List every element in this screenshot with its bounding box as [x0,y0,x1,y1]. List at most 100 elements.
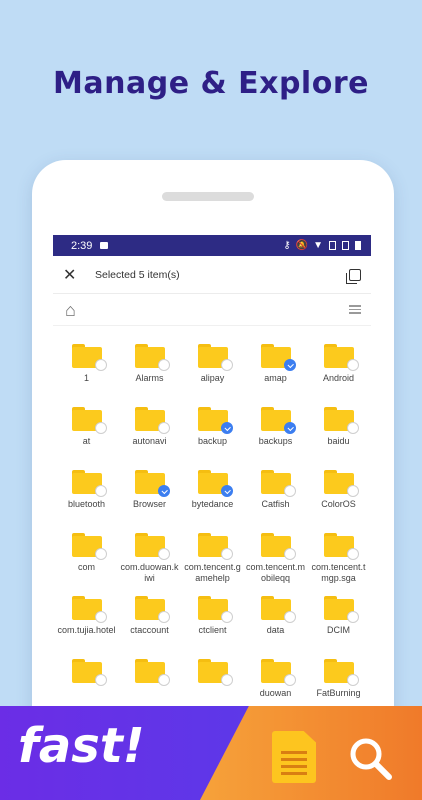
selection-checkbox[interactable] [94,548,107,560]
selection-checkbox[interactable] [283,674,296,686]
folder-label: backups [258,436,293,446]
selection-checkbox[interactable] [346,611,359,623]
selection-checkbox[interactable] [220,611,233,623]
selection-checkbox[interactable] [94,674,107,686]
folder-item[interactable]: alipay [181,340,244,403]
banner-tagline: fast! [18,718,145,774]
folder-item[interactable]: com.duowan.kiwi [118,529,181,592]
list-view-icon[interactable] [349,305,361,314]
folder-item[interactable]: ColorOS [307,466,370,529]
folder-item[interactable]: amap [244,340,307,403]
selection-checkbox[interactable] [157,485,170,497]
folder-item[interactable]: bytedance [181,466,244,529]
close-icon[interactable]: ✕ [63,265,89,285]
folder-label: com.tujia.hotel [57,625,116,635]
selection-checkbox[interactable] [157,674,170,686]
selection-checkbox[interactable] [94,422,107,434]
folder-item[interactable]: com.tencent.mobileqq [244,529,307,592]
wifi-icon: ▼ [313,239,323,251]
selection-checkbox[interactable] [157,548,170,560]
folder-icon [71,407,107,434]
folder-icon [260,659,296,686]
selection-checkbox[interactable] [283,485,296,497]
folder-icon [323,596,359,623]
folder-icon [260,533,296,560]
folder-label: 1 [83,373,89,383]
folder-icon [134,470,170,497]
folder-icon [323,533,359,560]
folder-item[interactable]: com.tencent.gamehelp [181,529,244,592]
folder-label: at [82,436,91,446]
folder-item[interactable]: backup [181,403,244,466]
folder-icon [197,596,233,623]
selection-checkbox[interactable] [157,422,170,434]
status-bar: 2:39 ⚷ 🔕 ▼ [53,235,371,256]
folder-icon [134,344,170,371]
folder-item[interactable]: data [244,592,307,655]
selection-checkbox[interactable] [346,485,359,497]
folder-label: com [77,562,95,572]
selection-checkbox[interactable] [283,548,296,560]
home-icon[interactable]: ⌂ [65,301,76,319]
selection-checkbox[interactable] [94,359,107,371]
folder-label: baidu [327,436,350,446]
selection-toolbar: ✕ Selected 5 item(s) [53,256,371,294]
selection-checkbox[interactable] [94,611,107,623]
folder-icon [134,407,170,434]
folder-item[interactable]: com.tujia.hotel [55,592,118,655]
folder-item[interactable]: bluetooth [55,466,118,529]
folder-grid: 1 Alarms alipay amap Android at autonavi backup… [53,326,371,718]
folder-label: com.tencent.mobileqq [245,562,306,583]
selection-checkbox[interactable] [220,548,233,560]
folder-item[interactable]: backups [244,403,307,466]
folder-icon [323,344,359,371]
folder-icon [323,659,359,686]
folder-item[interactable]: Android [307,340,370,403]
folder-item[interactable]: com [55,529,118,592]
folder-icon [71,659,107,686]
selection-checkbox[interactable] [157,611,170,623]
folder-label: Catfish [261,499,290,509]
selection-checkbox[interactable] [220,359,233,371]
folder-label: com.tencent.tmgp.sga [311,562,366,583]
folder-label: ColorOS [321,499,356,509]
folder-label: amap [264,373,287,383]
selection-checkbox[interactable] [346,548,359,560]
battery-icon [355,241,361,250]
folder-icon [134,659,170,686]
folder-item[interactable]: Catfish [244,466,307,529]
selection-checkbox[interactable] [283,611,296,623]
folder-label: bluetooth [67,499,106,509]
folder-icon [71,596,107,623]
selection-checkbox[interactable] [346,359,359,371]
folder-item[interactable]: at [55,403,118,466]
selection-checkbox[interactable] [220,485,233,497]
folder-item[interactable]: Alarms [118,340,181,403]
selection-checkbox[interactable] [157,359,170,371]
selection-checkbox[interactable] [220,422,233,434]
selection-checkbox[interactable] [283,359,296,371]
folder-item[interactable]: ctclient [181,592,244,655]
folder-item[interactable]: baidu [307,403,370,466]
folder-item[interactable]: Browser [118,466,181,529]
selection-checkbox[interactable] [283,422,296,434]
selection-checkbox[interactable] [220,674,233,686]
folder-icon [134,533,170,560]
folder-item[interactable]: com.tencent.tmgp.sga [307,529,370,592]
folder-icon [197,344,233,371]
folder-item[interactable]: 1 [55,340,118,403]
folder-label: ctclient [198,625,227,635]
folder-item[interactable]: autonavi [118,403,181,466]
folder-item[interactable]: ctaccount [118,592,181,655]
selection-checkbox[interactable] [94,485,107,497]
signal-icon [329,241,336,250]
folder-icon [323,470,359,497]
folder-icon [323,407,359,434]
folder-item[interactable]: DCIM [307,592,370,655]
folder-label: alipay [200,373,225,383]
folder-label: FatBurning [316,688,361,698]
selection-checkbox[interactable] [346,674,359,686]
select-all-icon[interactable] [346,268,361,284]
phone-speaker [162,192,254,201]
selection-checkbox[interactable] [346,422,359,434]
